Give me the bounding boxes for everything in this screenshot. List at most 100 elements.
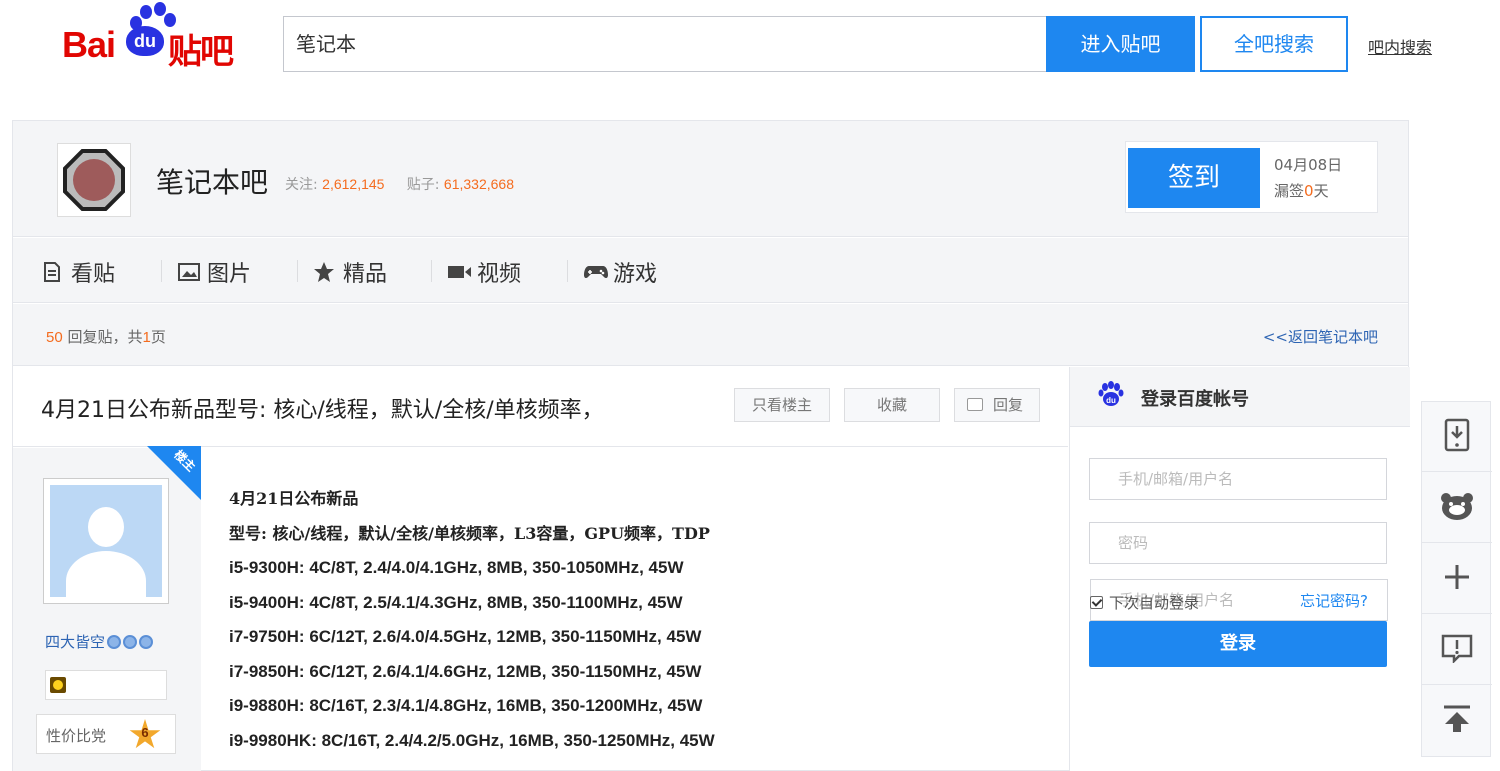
search-all-forums-button[interactable]: 全吧搜索 [1200,16,1348,72]
nav-tab-label: 看贴 [71,262,116,287]
nav-tab-images[interactable]: 图片 [177,256,251,288]
download-app-button[interactable] [1422,402,1492,472]
forum-stats: 关注: 2,612,145 贴子: 61,332,668 [285,174,514,194]
password-input[interactable]: 密码 [1089,522,1387,564]
nav-tab-label: 精品 [343,262,388,287]
login-header: du 登录百度帐号 [1070,367,1410,427]
comment-icon [967,398,983,411]
author-panel: 楼主 四大皆空 性价比党 6 [13,446,201,771]
nav-tab-videos[interactable]: 视频 [447,256,521,288]
nav-tab-posts[interactable]: 看贴 [41,256,115,288]
logo-tieba-text: 贴吧 [168,32,234,72]
baidu-paw-icon: du [1098,381,1124,407]
only-op-button[interactable]: 只看楼主 [734,388,830,422]
post-content: 4月21日公布新品 型号: 核心/线程，默认/全核/单核频率，L3容量，GPU频… [229,482,1049,758]
gem-icon [107,634,122,649]
post-line: i5-9300H: 4C/8T, 2.4/4.0/4.1GHz, 8MB, 35… [229,558,684,577]
forum-avatar[interactable] [57,143,131,217]
feedback-button[interactable] [1422,615,1492,685]
paw-icon [154,2,166,16]
signin-button[interactable]: 签到 [1128,148,1260,208]
gamepad-icon [583,261,608,283]
missed-signin: 漏签0天 [1274,180,1329,201]
nav-tab-label: 游戏 [613,262,658,287]
post-line: i9-9880H: 8C/16T, 2.3/4.1/4.8GHz, 16MB, … [229,696,703,715]
follow-label: 关注: [285,177,318,193]
paw-icon [140,5,152,19]
logo-du-text: du [126,26,164,56]
post-line: i7-9850H: 6C/12T, 2.6/4.1/4.6GHz, 12MB, … [229,661,702,681]
username-input[interactable]: 手机/邮箱/用户名 [1089,458,1387,500]
nav-tab-featured[interactable]: 精品 [313,256,387,288]
reply-count-number: 50 [46,329,63,346]
signin-date: 04月08日 [1274,156,1343,174]
post-line: i9-9980HK: 8C/16T, 2.4/4.2/5.0GHz, 16MB,… [229,730,715,750]
back-to-forum-link[interactable]: <<返回笔记本吧 [1263,326,1378,347]
image-icon [177,261,200,283]
forum-header: 笔记本吧 关注: 2,612,145 贴子: 61,332,668 签到 04月… [13,121,1408,237]
reply-count-label: 回复贴，共 [67,328,143,346]
author-name[interactable]: 四大皆空 [45,631,154,652]
level-title: 性价比党 [46,727,107,745]
nav-tab-label: 视频 [477,262,522,287]
forgot-password-link[interactable]: 忘记密码? [1300,590,1368,611]
login-button[interactable]: 登录 [1089,621,1387,667]
signin-box: 签到 04月08日 漏签0天 [1125,141,1378,213]
logo-bai-text: Bai [62,24,116,65]
level-box[interactable]: 性价比党 6 [36,714,176,754]
gem-icon [123,634,138,649]
post-line: i5-9400H: 4C/8T, 2.5/4.1/4.3GHz, 8MB, 35… [229,592,683,612]
star-icon [313,261,335,283]
page-count: 1 [142,329,151,346]
svg-text:du: du [1106,396,1116,405]
remember-checkbox[interactable] [1090,596,1103,609]
remember-me[interactable]: 下次自动登录 [1090,592,1199,613]
reply-count: 50 回复贴，共1页 [46,326,166,347]
page-label: 页 [150,328,166,346]
favorite-button[interactable]: 收藏 [844,388,940,422]
follow-count: 2,612,145 [322,176,385,192]
reply-button[interactable]: 回复 [954,388,1040,422]
bear-button[interactable] [1422,473,1492,543]
posts-count: 61,332,668 [443,176,514,192]
missed-label-pre: 漏签 [1274,182,1305,200]
post-line: 4月21日公布新品 [229,489,359,508]
download-app-icon [1443,418,1471,456]
side-toolbar [1421,401,1492,757]
bear-icon [1440,491,1474,525]
baidu-tieba-logo[interactable]: Bai du 贴吧 [60,2,260,72]
thread-title-row: 4月21日公布新品型号: 核心/线程，默认/全核/单核频率， 只看楼主 收藏 回… [13,367,1068,447]
login-title: 登录百度帐号 [1141,389,1249,410]
level-number: 6 [141,725,149,740]
feedback-icon [1441,633,1473,667]
missed-days: 0 [1304,182,1314,200]
medal-box [45,670,167,700]
search-input[interactable]: 笔记本 [283,16,1046,72]
nav-tab-games[interactable]: 游戏 [583,256,657,288]
remember-label: 下次自动登录 [1109,594,1200,612]
avatar[interactable] [43,478,169,604]
nav-tab-label: 图片 [207,262,252,287]
search-in-forum-link[interactable]: 吧内搜索 [1368,34,1432,58]
forum-card: 笔记本吧 关注: 2,612,145 贴子: 61,332,668 签到 04月… [12,120,1410,771]
video-icon [447,261,471,283]
document-icon [41,261,63,283]
missed-label-post: 天 [1313,182,1329,200]
enter-forum-button[interactable]: 进入贴吧 [1046,16,1195,72]
login-panel: du 登录百度帐号 手机/邮箱/用户名 手机/邮箱/用户名 手机/邮箱/用户名 … [1069,367,1410,771]
post-line: 型号: 核心/线程，默认/全核/单核频率，L3容量，GPU频率，TDP [229,523,710,543]
back-to-top-icon [1441,704,1473,738]
medal-icon[interactable] [50,677,66,693]
thread-bar: 50 回复贴，共1页 <<返回笔记本吧 [13,304,1408,366]
posts-label: 贴子: [406,177,440,193]
author-name-text: 四大皆空 [45,633,106,651]
thread-title: 4月21日公布新品型号: 核心/线程，默认/全核/单核频率， [41,398,604,423]
add-button[interactable] [1422,544,1492,614]
forum-name[interactable]: 笔记本吧 [156,161,268,201]
forum-nav: 看贴 图片 精品 视频 游戏 [13,238,1408,303]
gem-icon [139,634,154,649]
back-to-top-button[interactable] [1422,686,1492,756]
reply-button-label: 回复 [992,396,1023,414]
post-line: i7-9750H: 6C/12T, 2.6/4.0/4.5GHz, 12MB, … [229,627,702,646]
plus-icon [1442,562,1472,596]
